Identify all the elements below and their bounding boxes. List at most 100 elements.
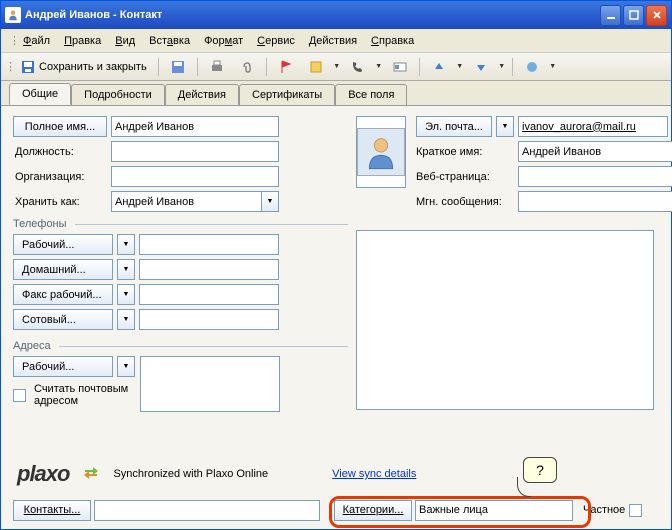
print-icon: [209, 59, 225, 75]
window-title: Андрей Иванов - Контакт: [25, 9, 600, 21]
phone-fax-input[interactable]: [139, 284, 279, 305]
mailing-label: Считать почтовым адресом: [30, 383, 136, 407]
contact-photo[interactable]: [356, 116, 406, 188]
close-button[interactable]: [646, 5, 667, 26]
webpage-input[interactable]: [518, 166, 672, 187]
menu-edit[interactable]: Правка: [58, 33, 107, 49]
dropdown-arrow-icon[interactable]: ▼: [333, 56, 341, 78]
notes-textarea[interactable]: [356, 230, 654, 410]
autodial-button[interactable]: [345, 56, 371, 78]
note-icon: [308, 59, 324, 75]
tab-details[interactable]: Подробности: [71, 84, 165, 105]
categories-input[interactable]: [415, 500, 573, 521]
minimize-button[interactable]: [600, 5, 621, 26]
webpage-label: Веб-страница:: [416, 171, 514, 183]
plaxo-logo: plaxo: [17, 461, 69, 487]
arrow-up-icon: [431, 59, 447, 75]
print-button[interactable]: [204, 56, 230, 78]
dropdown-arrow-icon[interactable]: ▼: [549, 56, 557, 78]
phone-home-button[interactable]: Домашний...: [13, 259, 113, 280]
save-button[interactable]: [165, 56, 191, 78]
contacts-button[interactable]: Контакты...: [13, 500, 91, 521]
menu-format[interactable]: Формат: [198, 33, 249, 49]
fileas-dropdown[interactable]: ▼: [261, 191, 279, 212]
addr-work-button[interactable]: Рабочий...: [13, 356, 113, 377]
addresses-section: Адреса: [13, 340, 51, 352]
menu-view[interactable]: Вид: [109, 33, 141, 49]
email-input[interactable]: [518, 116, 668, 137]
private-checkbox[interactable]: [629, 504, 642, 517]
displayname-input[interactable]: [518, 141, 672, 162]
menu-file[interactable]: ФФайлайл: [17, 33, 56, 49]
map-button[interactable]: [387, 56, 413, 78]
person-placeholder-icon: [357, 128, 405, 176]
phones-section: Телефоны: [13, 218, 67, 230]
next-button[interactable]: [468, 56, 494, 78]
tab-general[interactable]: Общие: [9, 83, 71, 105]
tab-content: Полное имя... Должность: Организация: Хр…: [1, 105, 671, 529]
disk-icon: [170, 59, 186, 75]
contacts-input[interactable]: [94, 500, 320, 521]
plaxo-bar: plaxo Synchronized with Plaxo Online Vie…: [1, 457, 671, 491]
addr-work-dropdown[interactable]: ▼: [117, 356, 135, 377]
jobtitle-label: Должность:: [13, 146, 107, 158]
bottom-bar: Контакты... Категории... Частное: [1, 495, 671, 525]
phone-fax-button[interactable]: Факс рабочий...: [13, 284, 113, 305]
flag-button[interactable]: [273, 56, 299, 78]
task-button[interactable]: [303, 56, 329, 78]
sync-arrows-icon: [83, 466, 99, 483]
tab-strip: Общие Подробности Действия Сертификаты В…: [1, 81, 671, 105]
dropdown-arrow-icon[interactable]: ▼: [456, 56, 464, 78]
menu-service[interactable]: Сервис: [251, 33, 301, 49]
phone-work-button[interactable]: Рабочий...: [13, 234, 113, 255]
save-close-button[interactable]: Сохранить и закрыть: [15, 56, 152, 78]
menu-help[interactable]: Справка: [365, 33, 420, 49]
displayname-label: Краткое имя:: [416, 146, 514, 158]
plaxo-sync-text: Synchronized with Plaxo Online: [113, 468, 268, 480]
addr-work-input[interactable]: [140, 356, 280, 412]
fullname-button[interactable]: Полное имя...: [13, 116, 107, 137]
menu-insert[interactable]: Вставка: [143, 33, 196, 49]
org-input[interactable]: [111, 166, 279, 187]
phone-fax-dropdown[interactable]: ▼: [117, 284, 135, 305]
phone-work-input[interactable]: [139, 234, 279, 255]
dropdown-arrow-icon[interactable]: ▼: [375, 56, 383, 78]
tab-allfields[interactable]: Все поля: [335, 84, 407, 105]
email-button[interactable]: Эл. почта...: [416, 116, 492, 137]
maximize-button[interactable]: [623, 5, 644, 26]
view-sync-details-link[interactable]: View sync details: [332, 468, 416, 480]
fullname-input[interactable]: [111, 116, 279, 137]
attach-button[interactable]: [234, 56, 260, 78]
titlebar: Андрей Иванов - Контакт: [1, 1, 671, 29]
private-label: Частное: [583, 504, 625, 516]
phone-home-input[interactable]: [139, 259, 279, 280]
menu-actions[interactable]: Действия: [303, 33, 363, 49]
im-label: Мгн. сообщения:: [416, 196, 514, 208]
save-icon: [20, 59, 36, 75]
categories-button[interactable]: Категории...: [334, 500, 412, 521]
jobtitle-input[interactable]: [111, 141, 279, 162]
help-bubble: ?: [523, 457, 557, 483]
mailing-checkbox[interactable]: [13, 389, 26, 402]
phone-home-dropdown[interactable]: ▼: [117, 259, 135, 280]
card-icon: [392, 59, 408, 75]
tab-actions[interactable]: Действия: [165, 84, 239, 105]
toolbar: ⋮ Сохранить и закрыть ▼ ▼ ▼ ▼ ▼: [1, 53, 671, 81]
phone-mobile-input[interactable]: [139, 309, 279, 330]
prev-button[interactable]: [426, 56, 452, 78]
fileas-label: Хранить как:: [13, 196, 107, 208]
fileas-input[interactable]: [111, 191, 279, 212]
paperclip-icon: [239, 59, 255, 75]
menubar: ⋮ ФФайлайл Правка Вид Вставка Формат Сер…: [1, 29, 671, 53]
email-dropdown[interactable]: ▼: [496, 116, 514, 137]
org-label: Организация:: [13, 171, 107, 183]
im-input[interactable]: [518, 191, 672, 212]
contact-icon: [5, 7, 21, 23]
dropdown-arrow-icon[interactable]: ▼: [498, 56, 506, 78]
plaxo-toolbar-button[interactable]: [519, 56, 545, 78]
tab-certs[interactable]: Сертификаты: [239, 84, 335, 105]
plaxo-icon: [524, 59, 540, 75]
phone-mobile-dropdown[interactable]: ▼: [117, 309, 135, 330]
phone-mobile-button[interactable]: Сотовый...: [13, 309, 113, 330]
phone-work-dropdown[interactable]: ▼: [117, 234, 135, 255]
